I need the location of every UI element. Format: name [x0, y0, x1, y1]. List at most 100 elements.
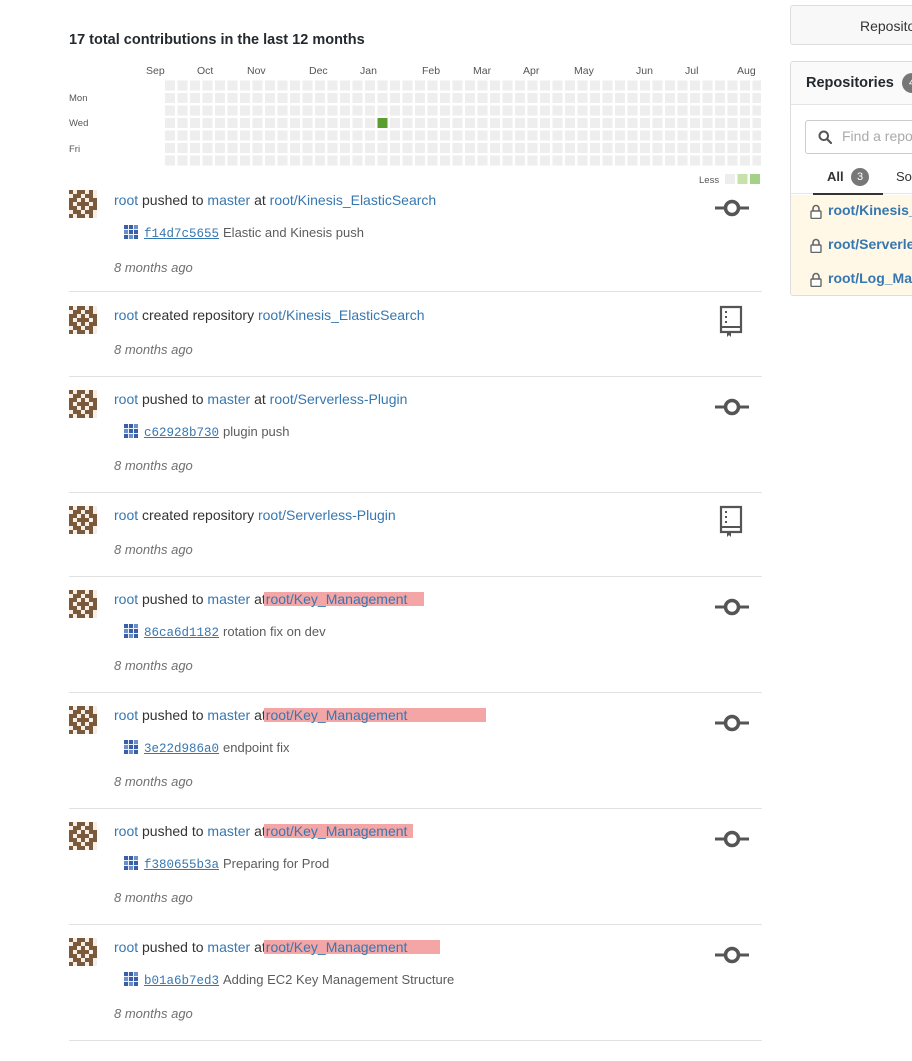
contribution-day[interactable]: [252, 93, 263, 103]
contribution-day[interactable]: [265, 105, 275, 116]
event-user-link[interactable]: root: [114, 591, 138, 607]
contribution-day[interactable]: [427, 118, 438, 128]
contribution-day[interactable]: [540, 118, 550, 128]
contribution-day[interactable]: [515, 93, 525, 103]
contribution-day[interactable]: [477, 93, 488, 103]
event-project-link[interactable]: root/Kinesis_ElasticSearch: [270, 192, 437, 208]
contribution-day[interactable]: [352, 93, 363, 103]
contribution-day[interactable]: [415, 155, 425, 166]
contribution-day[interactable]: [640, 155, 650, 166]
user-avatar[interactable]: [69, 390, 97, 418]
commit-sha-link[interactable]: 86ca6d1182: [144, 626, 219, 640]
contribution-day[interactable]: [502, 93, 513, 103]
contribution-day[interactable]: [540, 80, 550, 91]
contribution-day[interactable]: [740, 80, 750, 91]
contribution-day[interactable]: [727, 143, 738, 153]
contribution-day[interactable]: [652, 143, 663, 153]
contribution-day[interactable]: [727, 155, 738, 166]
contribution-day[interactable]: [740, 118, 750, 128]
event-branch-link[interactable]: master: [207, 707, 250, 723]
contribution-day[interactable]: [615, 93, 625, 103]
contribution-day[interactable]: [552, 105, 563, 116]
contribution-day[interactable]: [715, 155, 725, 166]
contribution-day[interactable]: [702, 155, 713, 166]
contribution-day[interactable]: [352, 105, 363, 116]
contribution-day[interactable]: [240, 155, 250, 166]
contribution-day[interactable]: [490, 143, 500, 153]
contribution-day[interactable]: [615, 80, 625, 91]
contribution-day[interactable]: [502, 80, 513, 91]
contribution-day[interactable]: [515, 80, 525, 91]
event-branch-link[interactable]: master: [207, 823, 250, 839]
repo-list-item[interactable]: root/Kinesis_ElasticSearch: [791, 195, 912, 230]
contribution-day[interactable]: [752, 93, 762, 103]
repositories-button[interactable]: Repositor: [790, 5, 912, 45]
contribution-day[interactable]: [415, 80, 425, 91]
contribution-day[interactable]: [690, 130, 700, 141]
contribution-day[interactable]: [252, 155, 263, 166]
contribution-day[interactable]: [702, 80, 713, 91]
contribution-day[interactable]: [415, 130, 425, 141]
contribution-day[interactable]: [340, 93, 350, 103]
contribution-day[interactable]: [615, 143, 625, 153]
contribution-day[interactable]: [702, 130, 713, 141]
contribution-day[interactable]: [402, 143, 413, 153]
contribution-day[interactable]: [677, 130, 688, 141]
contribution-day[interactable]: [640, 143, 650, 153]
contribution-day[interactable]: [452, 93, 463, 103]
contribution-day[interactable]: [577, 105, 588, 116]
contribution-day[interactable]: [540, 93, 550, 103]
contribution-day[interactable]: [177, 155, 188, 166]
contribution-day[interactable]: [502, 143, 513, 153]
contribution-day[interactable]: [440, 105, 450, 116]
contribution-day[interactable]: [752, 155, 762, 166]
contribution-day[interactable]: [590, 80, 600, 91]
contribution-day[interactable]: [715, 143, 725, 153]
contribution-day[interactable]: [627, 105, 638, 116]
contribution-day[interactable]: [390, 80, 400, 91]
repo-search-box[interactable]: [805, 120, 912, 154]
contribution-day[interactable]: [677, 155, 688, 166]
contribution-day[interactable]: [752, 118, 762, 128]
contribution-day[interactable]: [665, 93, 675, 103]
contribution-day[interactable]: [627, 143, 638, 153]
contribution-day[interactable]: [227, 118, 238, 128]
contribution-day[interactable]: [290, 105, 300, 116]
contribution-day[interactable]: [390, 93, 400, 103]
contribution-day[interactable]: [265, 143, 275, 153]
contribution-day[interactable]: [690, 143, 700, 153]
contribution-day[interactable]: [740, 130, 750, 141]
repo-link[interactable]: root/Kinesis_ElasticSearch: [828, 202, 912, 218]
contribution-day[interactable]: [215, 80, 225, 91]
contribution-day[interactable]: [565, 155, 575, 166]
event-project-link[interactable]: root/Key_Management: [263, 939, 440, 955]
contribution-day[interactable]: [327, 130, 338, 141]
contribution-day[interactable]: [365, 118, 375, 128]
contribution-day[interactable]: [627, 93, 638, 103]
contribution-day[interactable]: [240, 80, 250, 91]
contribution-day[interactable]: [490, 118, 500, 128]
contribution-day[interactable]: [452, 143, 463, 153]
contribution-day[interactable]: [627, 80, 638, 91]
contribution-day[interactable]: [452, 155, 463, 166]
contribution-day[interactable]: [327, 118, 338, 128]
contribution-day[interactable]: [502, 155, 513, 166]
contribution-day[interactable]: [190, 143, 200, 153]
contribution-day[interactable]: [677, 118, 688, 128]
contribution-day[interactable]: [752, 80, 762, 91]
contribution-day[interactable]: [452, 105, 463, 116]
contribution-day[interactable]: [377, 130, 388, 141]
contribution-day[interactable]: [265, 155, 275, 166]
contribution-day[interactable]: [665, 155, 675, 166]
contribution-day[interactable]: [327, 143, 338, 153]
contribution-day[interactable]: [565, 130, 575, 141]
contribution-day[interactable]: [590, 105, 600, 116]
contribution-day[interactable]: [202, 143, 213, 153]
contribution-day[interactable]: [640, 93, 650, 103]
contribution-day[interactable]: [327, 80, 338, 91]
contribution-day[interactable]: [552, 118, 563, 128]
contribution-day[interactable]: [615, 118, 625, 128]
contribution-day[interactable]: [590, 155, 600, 166]
contribution-day[interactable]: [215, 105, 225, 116]
contribution-day[interactable]: [627, 155, 638, 166]
